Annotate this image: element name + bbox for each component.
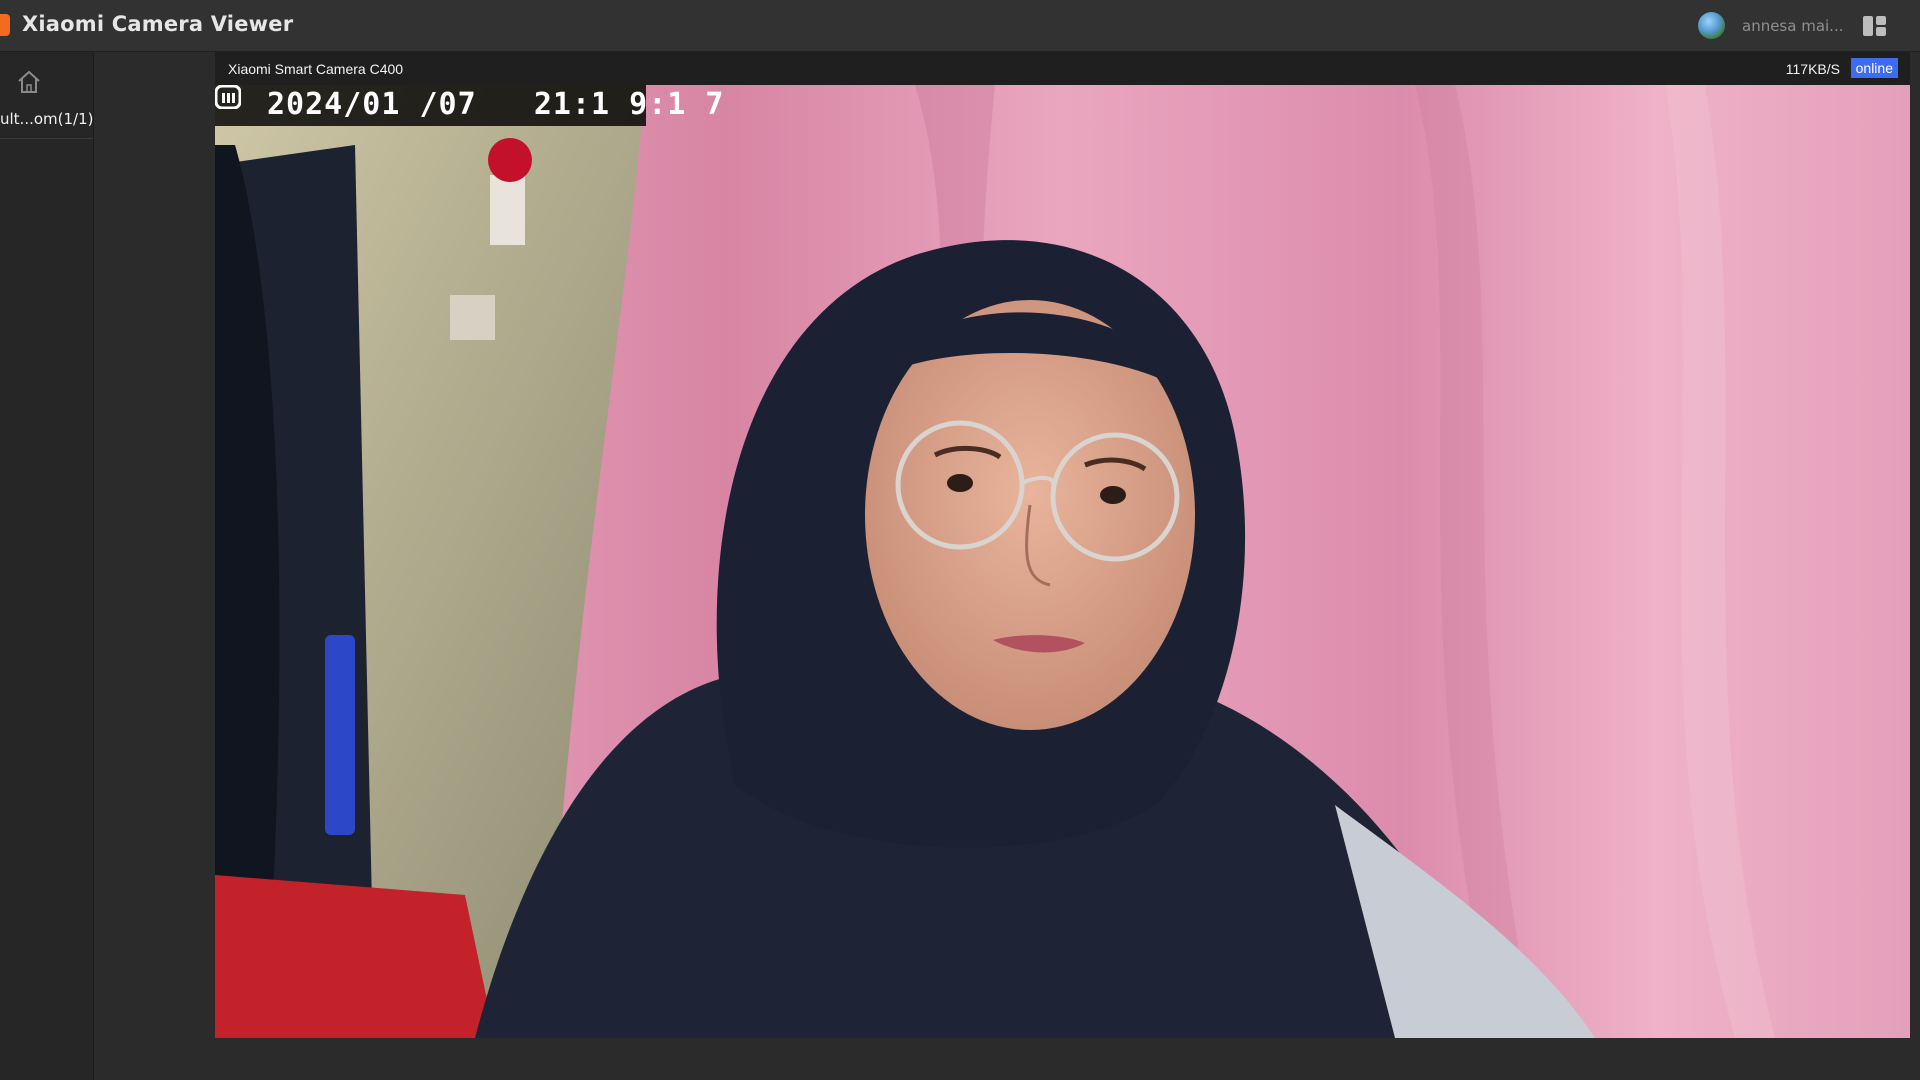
sidebar: ult...om(1/1): [0, 52, 94, 1080]
app-logo-icon: [0, 14, 10, 36]
user-avatar[interactable]: [1698, 12, 1725, 39]
osd-timestamp: 2024/01 /07 21:1 9:1 7: [267, 87, 725, 122]
bottom-bar: [94, 1038, 1920, 1080]
camera-video-feed[interactable]: 2024/01 /07 21:1 9:1 7: [215, 85, 1910, 1038]
timestamp-overlay: 2024/01 /07 21:1 9:1 7: [215, 85, 723, 126]
video-frame: [215, 85, 1910, 1038]
app-title: Xiaomi Camera Viewer: [22, 12, 294, 36]
user-name[interactable]: annesa mai...: [1742, 17, 1843, 35]
status-badge: online: [1850, 58, 1898, 78]
home-icon[interactable]: [15, 68, 43, 96]
title-bar: Xiaomi Camera Viewer annesa mai...: [0, 0, 1920, 52]
camera-bitrate: 117KB/S: [1785, 61, 1840, 77]
grid-layout-icon[interactable]: [1862, 15, 1888, 37]
camera-header: Xiaomi Smart Camera C400 117KB/S online: [215, 52, 1910, 85]
mi-logo-icon: [215, 85, 241, 109]
sidebar-item-device[interactable]: ult...om(1/1): [0, 110, 93, 139]
camera-name: Xiaomi Smart Camera C400: [228, 61, 404, 77]
